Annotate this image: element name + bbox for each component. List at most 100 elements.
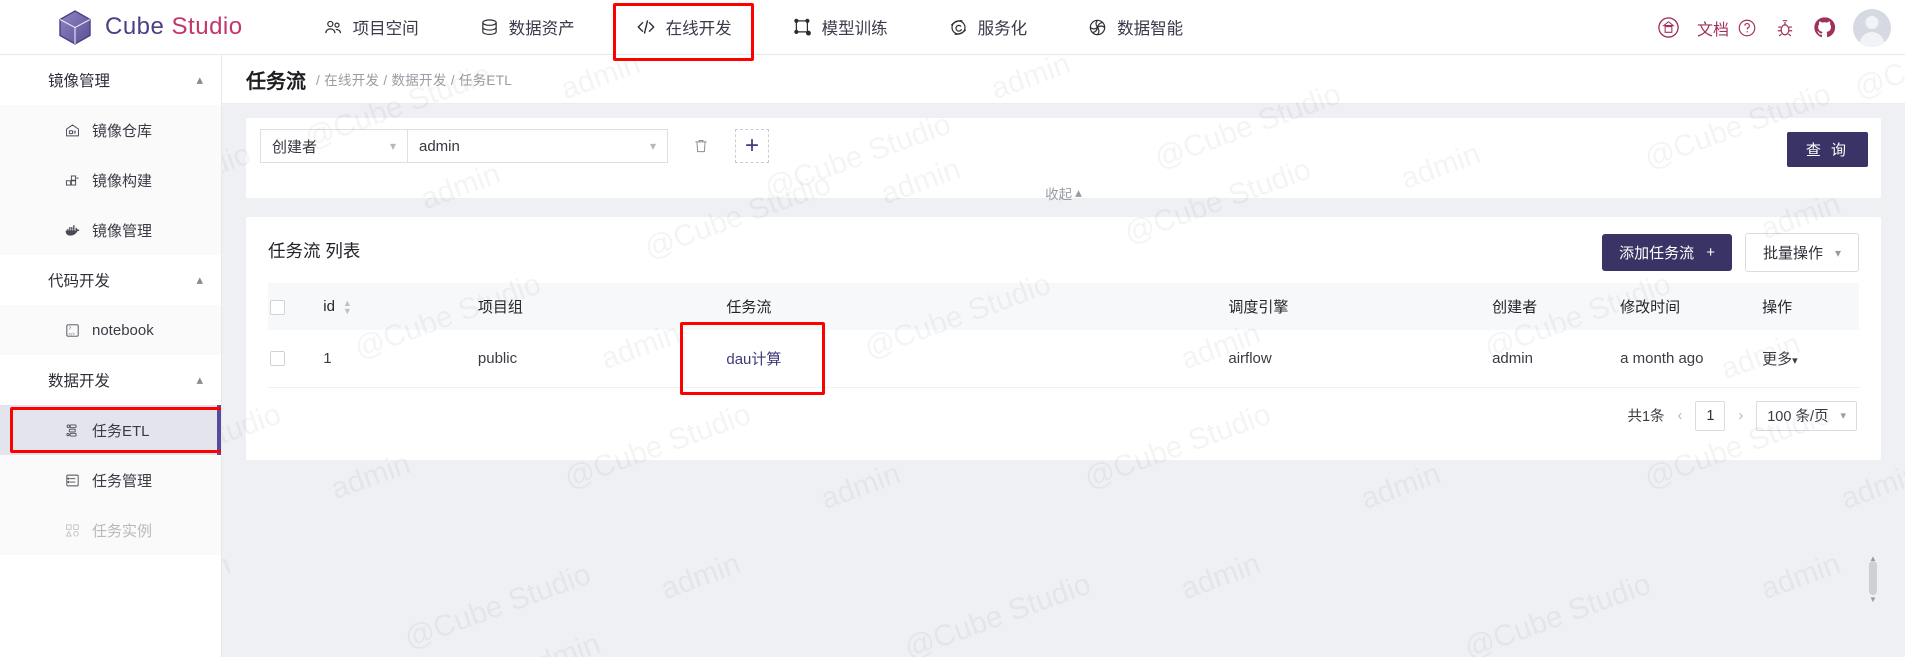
collapse-toggle[interactable]: 收起 ▴ xyxy=(1045,183,1082,203)
chevron-down-icon: ▾ xyxy=(1834,245,1841,260)
docker-icon xyxy=(64,221,81,239)
nav-item-4[interactable]: 模型训练 xyxy=(762,0,918,55)
top-header: Cube Studio 项目空间 数据资产 在线开发 模型训练 服务化 数据智能 文档 xyxy=(0,0,1905,61)
cube-icon xyxy=(58,9,92,45)
nav-item-6[interactable]: 数据智能 xyxy=(1057,0,1213,55)
add-task-flow-button[interactable]: 添加任务流 + xyxy=(1602,234,1732,271)
filter-field-value: 创建者 xyxy=(272,138,318,156)
filter-field-select[interactable]: 创建者 ▾ xyxy=(260,129,408,163)
spiral-icon xyxy=(1087,17,1108,38)
nav-item-label: 项目空间 xyxy=(352,20,419,38)
nav-item-2[interactable]: 数据资产 xyxy=(449,0,605,55)
sidebar-item-任务etl[interactable]: 任务ETL xyxy=(0,405,221,455)
nav-item-label: 服务化 xyxy=(977,20,1028,38)
pagination-current-page[interactable]: 1 xyxy=(1695,400,1726,431)
sidebar-group-1[interactable]: 镜像管理 ▴ xyxy=(0,55,221,105)
sidebar-item-notebook[interactable]: ? </> notebook xyxy=(0,305,221,355)
column-header-checkbox xyxy=(268,283,322,330)
sidebar-group-items: 镜像仓库镜像构建镜像管理 xyxy=(0,105,221,255)
enterprise-circle-icon[interactable] xyxy=(1657,16,1680,39)
sidebar-group-items: 任务ETL 任务管理任务实例 xyxy=(0,405,221,555)
page-size-select[interactable]: 100 条/页 ▾ xyxy=(1756,400,1857,431)
batch-operation-button[interactable]: 批量操作 ▾ xyxy=(1744,233,1859,272)
column-header-label: 任务流 xyxy=(726,299,772,316)
svg-text:</>: </> xyxy=(68,331,75,335)
sidebar-group-label: 代码开发 xyxy=(48,273,111,290)
sidebar-item-label: 镜像管理 xyxy=(92,222,153,240)
sort-icon[interactable]: ▲ ▼ xyxy=(343,298,352,315)
instances-icon xyxy=(64,522,81,539)
batch-operation-label: 批量操作 xyxy=(1762,245,1823,262)
column-header-id[interactable]: id ▲ ▼ xyxy=(321,283,476,330)
chevron-up-icon[interactable]: ▲ xyxy=(1869,554,1877,563)
sidebar-group-label: 镜像管理 xyxy=(48,73,111,90)
question-circle-icon[interactable] xyxy=(1737,18,1757,38)
notebook-icon: ? </> xyxy=(64,322,81,339)
build-blocks-icon xyxy=(64,172,81,189)
nav-item-3[interactable]: 在线开发 xyxy=(605,0,762,61)
chevron-left-icon[interactable]: ‹ xyxy=(1676,408,1685,424)
collapse-label: 收起 xyxy=(1045,187,1073,202)
chevron-right-icon[interactable]: › xyxy=(1736,408,1745,424)
sidebar-group-2[interactable]: 代码开发 ▴ xyxy=(0,255,221,305)
nav-item-label: 模型训练 xyxy=(821,20,888,38)
chevron-up-icon: ▴ xyxy=(196,72,203,87)
main-content: 任务流 / 在线开发 / 数据开发 / 任务ETL 创建者 ▾ admin ▾ xyxy=(222,55,1905,657)
brand[interactable]: Cube Studio xyxy=(58,9,243,45)
scrollbar-thumb[interactable] xyxy=(1869,561,1877,595)
filter-row: 创建者 ▾ admin ▾ + xyxy=(246,118,1881,174)
github-icon[interactable] xyxy=(1813,16,1836,39)
cell-ops: 更多▾ xyxy=(1760,330,1859,388)
chevron-down-icon[interactable]: ▼ xyxy=(1869,595,1877,604)
plus-icon: + xyxy=(744,132,759,159)
trash-icon xyxy=(692,137,710,155)
select-all-checkbox[interactable] xyxy=(270,299,285,315)
cell-creator: admin xyxy=(1490,330,1619,388)
column-header-engine: 调度引擎 xyxy=(1226,283,1491,330)
cell-modified: a month ago xyxy=(1618,330,1761,388)
sidebar-item-镜像构建[interactable]: 镜像构建 xyxy=(0,155,221,205)
delete-filter-button[interactable] xyxy=(684,129,718,163)
task-flow-link[interactable]: dau计算 xyxy=(680,321,826,395)
pagination-total: 共1条 xyxy=(1627,409,1665,425)
filter-value-text: admin xyxy=(419,137,460,155)
row-checkbox[interactable] xyxy=(270,351,285,367)
nav-item-label: 数据智能 xyxy=(1117,20,1184,38)
task-flow-table: id ▲ ▼ 项目组 任务流 调度引擎 创建者 修改时间 操作 1 public dau计算 airf… xyxy=(268,283,1859,395)
chevron-down-icon: ▾ xyxy=(1792,354,1798,367)
sidebar-item-镜像仓库[interactable]: 镜像仓库 xyxy=(0,105,221,155)
chevron-down-icon: ▾ xyxy=(389,139,396,153)
sidebar-item-任务管理[interactable]: 任务管理 xyxy=(0,455,221,505)
nav-item-1[interactable]: 项目空间 xyxy=(293,0,449,55)
bug-icon[interactable] xyxy=(1774,17,1796,39)
nav-item-label: 在线开发 xyxy=(665,20,732,38)
column-header-label: 操作 xyxy=(1762,299,1793,316)
more-actions-button[interactable]: 更多▾ xyxy=(1762,351,1798,368)
task-list-icon xyxy=(64,472,81,489)
table-scrollbar[interactable]: ▲ ▼ xyxy=(1869,554,1877,604)
sidebar-item-镜像管理[interactable]: 镜像管理 xyxy=(0,205,221,255)
sidebar-item-label: 任务ETL xyxy=(92,422,150,440)
avatar[interactable] xyxy=(1853,8,1891,47)
sidebar-item-任务实例[interactable]: 任务实例 xyxy=(0,505,221,555)
page-size-label: 100 条/页 xyxy=(1767,409,1829,425)
more-actions-label: 更多 xyxy=(1762,350,1793,368)
sidebar-item-label: 镜像构建 xyxy=(92,172,153,190)
brand-title-first: Cube xyxy=(105,13,172,40)
doc-link[interactable]: 文档 xyxy=(1697,16,1757,40)
code-brackets-icon xyxy=(635,16,657,38)
sidebar-group-3[interactable]: 数据开发 ▴ xyxy=(0,355,221,405)
column-header-ops: 操作 xyxy=(1760,283,1859,330)
breadcrumb-path: / 在线开发 / 数据开发 / 任务ETL xyxy=(316,73,513,88)
chevron-up-icon: ▴ xyxy=(196,372,203,387)
table-body: 1 public dau计算 airflow admin a month ago 更多▾ xyxy=(268,321,1859,395)
nav-item-5[interactable]: 服务化 xyxy=(918,0,1058,55)
main-nav: 项目空间 数据资产 在线开发 模型训练 服务化 数据智能 xyxy=(293,0,1214,61)
query-button[interactable]: 查 询 xyxy=(1786,132,1868,167)
column-header-modified: 修改时间 xyxy=(1618,283,1761,330)
filter-value-input[interactable]: admin ▾ xyxy=(408,129,668,163)
cell-flow: dau计算 xyxy=(680,321,1227,395)
query-button-label: 查 询 xyxy=(1805,142,1849,159)
add-filter-button[interactable]: + xyxy=(735,129,769,163)
sidebar-item-label: 任务实例 xyxy=(92,522,153,540)
